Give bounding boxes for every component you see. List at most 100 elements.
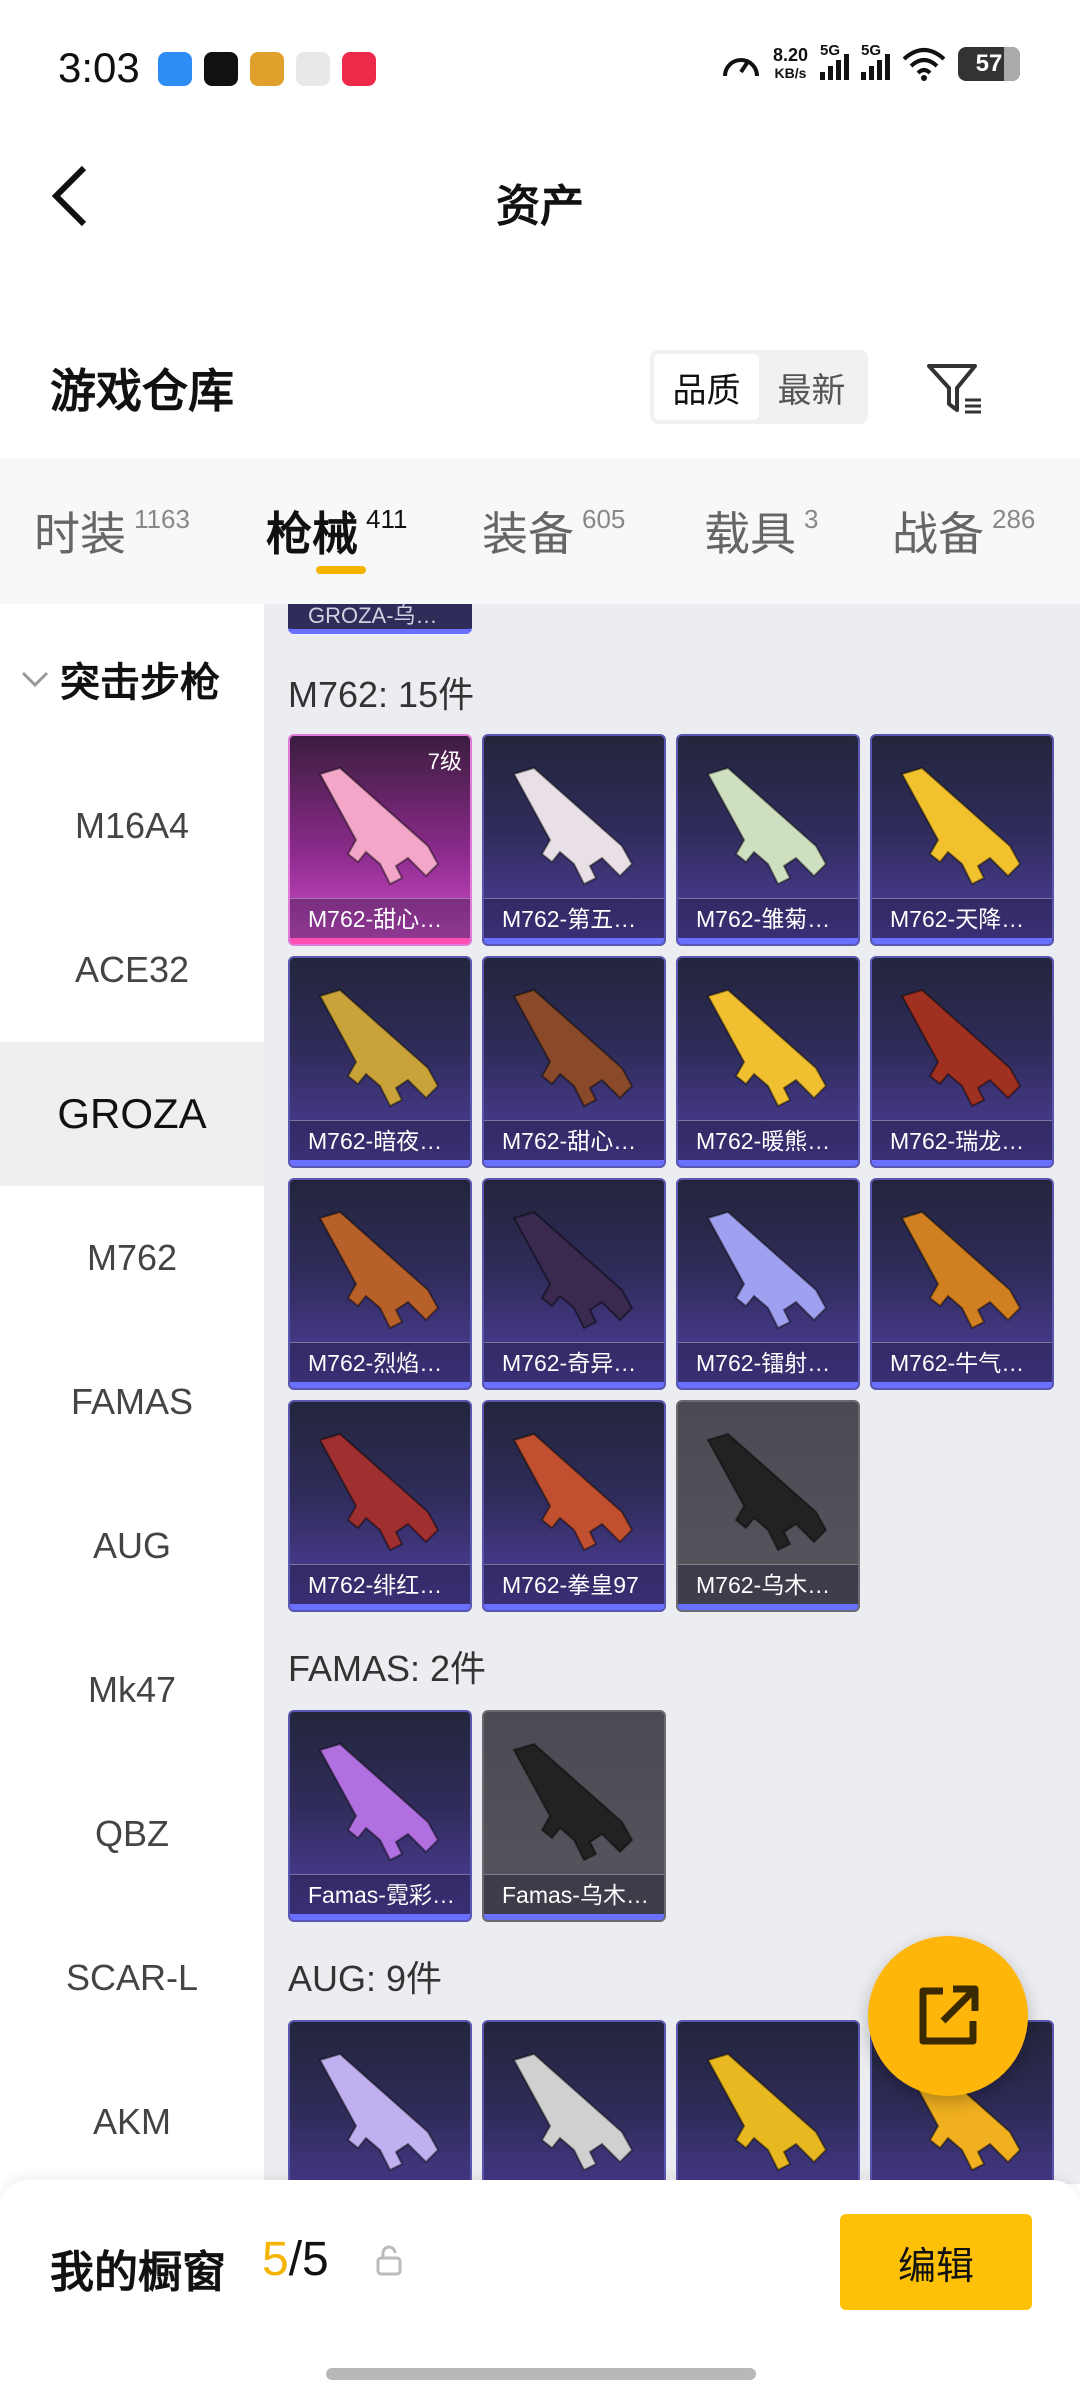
rifle-icon (706, 988, 828, 1108)
sidebar-item-akm[interactable]: AKM (0, 2050, 264, 2194)
external-link-icon (919, 1985, 979, 2045)
skin-card[interactable]: M762-雏菊… (676, 734, 860, 946)
chevron-down-icon (21, 671, 49, 688)
rifle-icon (512, 988, 634, 1108)
tab-equipment[interactable]: 装备 605 (482, 458, 625, 604)
rifle-icon (900, 1210, 1022, 1330)
skin-name: M762-绯红… (290, 1564, 470, 1604)
skin-card[interactable]: 7级 M762-甜心… (288, 734, 472, 946)
skin-name: M762-瑞龙… (872, 1120, 1052, 1160)
sort-latest[interactable]: 最新 (759, 354, 864, 420)
skin-name: M762-镭射… (678, 1342, 858, 1382)
share-button[interactable] (868, 1936, 1028, 2096)
skin-card[interactable]: M762-镭射… (676, 1178, 860, 1390)
showcase-bar: 我的橱窗 5/5 编辑 (0, 2180, 1080, 2400)
tab-supplies[interactable]: 战备 286 (892, 458, 1035, 604)
sidebar-item-aug[interactable]: AUG (0, 1474, 264, 1618)
sidebar-item-famas[interactable]: FAMAS (0, 1330, 264, 1474)
tab-fashion[interactable]: 时装 1163 (34, 458, 190, 604)
skin-card[interactable] (482, 2020, 666, 2184)
skin-name: M762-牛气… (872, 1342, 1052, 1382)
edit-button[interactable]: 编辑 (840, 2214, 1032, 2310)
section-heading-aug: AUG: 9件 (288, 1958, 443, 1999)
page-title: 资产 (496, 182, 584, 231)
skin-card[interactable]: M762-第五… (482, 734, 666, 946)
rifle-icon (512, 1742, 634, 1862)
status-bar: 3:03 8.20 KB/s 5G 5G 57 (0, 0, 1080, 140)
sidebar-item-mk47[interactable]: Mk47 (0, 1618, 264, 1762)
skin-name: M762-奇异… (484, 1342, 664, 1382)
signal-icon-2: 5G (861, 42, 890, 80)
skin-card[interactable]: M762-绯红… (288, 1400, 472, 1612)
game-app-icon (250, 52, 284, 86)
skin-card[interactable]: M762-奇异… (482, 1178, 666, 1390)
sidebar-item-qbz[interactable]: QBZ (0, 1762, 264, 1906)
sidebar-group-assault-rifle[interactable]: 突击步枪 (0, 604, 264, 754)
skin-card[interactable]: M762-拳皇97 (482, 1400, 666, 1612)
tiktok-app-icon (204, 52, 238, 86)
weapon-sidebar: 突击步枪 M16A4 ACE32 GROZA M762 FAMAS AUG Mk… (0, 604, 264, 2184)
filter-icon (927, 364, 981, 414)
sort-toggle: 品质 最新 (650, 350, 868, 424)
sidebar-item-m762[interactable]: M762 (0, 1186, 264, 1330)
grid-m762: 7级 M762-甜心… M762-第五… M762-雏菊… M762-天降… M7… (288, 734, 1054, 1612)
rifle-icon (900, 766, 1022, 886)
skin-name: M762-甜心… (484, 1120, 664, 1160)
wifi-icon (902, 48, 946, 81)
skin-card[interactable]: M762-烈焰… (288, 1178, 472, 1390)
status-time: 3:03 (58, 44, 140, 91)
rifle-icon (318, 2052, 440, 2172)
skin-name: M762-天降… (872, 898, 1052, 938)
skin-card[interactable]: M762-乌木… (676, 1400, 860, 1612)
sort-quality[interactable]: 品质 (654, 354, 759, 420)
skin-card[interactable]: Famas-霓彩… (288, 1710, 472, 1922)
skin-name: Famas-乌木… (484, 1874, 664, 1914)
rifle-icon (318, 1432, 440, 1552)
sidebar-item-scar-l[interactable]: SCAR-L (0, 1906, 264, 2050)
skin-card[interactable] (676, 2020, 860, 2184)
net-speed: 8.20 KB/s (772, 45, 808, 81)
rifle-icon (318, 1210, 440, 1330)
category-tabs: 时装 1163 枪械 411 装备 605 载具 3 战备 286 (0, 458, 1080, 604)
skin-name: M762-乌木… (678, 1564, 858, 1604)
rifle-icon (706, 766, 828, 886)
rifle-icon (512, 1210, 634, 1330)
sidebar-item-ace32[interactable]: ACE32 (0, 898, 264, 1042)
warehouse-title: 游戏仓库 (50, 365, 234, 417)
skin-name: M762-暖熊… (678, 1120, 858, 1160)
skin-name: M762-暗夜… (290, 1120, 470, 1160)
skin-card[interactable]: Famas-乌木… (482, 1710, 666, 1922)
skin-card[interactable]: M762-暖熊… (676, 956, 860, 1168)
grid-famas: Famas-霓彩… Famas-乌木… (288, 1710, 1054, 1922)
rifle-icon (512, 1432, 634, 1552)
rifle-icon (512, 2052, 634, 2172)
filter-button[interactable] (920, 355, 990, 425)
sidebar-item-groza[interactable]: GROZA (0, 1042, 264, 1186)
rifle-icon (706, 2052, 828, 2172)
tab-vehicles[interactable]: 载具 3 (704, 458, 818, 604)
groza-item-partial[interactable]: GROZA-乌… (288, 604, 472, 634)
skin-card[interactable]: M762-牛气… (870, 1178, 1054, 1390)
skin-name: M762-第五… (484, 898, 664, 938)
skin-name: M762-甜心… (290, 898, 470, 938)
home-indicator[interactable] (326, 2368, 756, 2380)
redbook-app-icon (342, 52, 376, 86)
skin-name: M762-拳皇97 (484, 1564, 664, 1604)
skin-name: M762-烈焰… (290, 1342, 470, 1382)
speedometer-icon (722, 58, 759, 77)
showcase-count: 5/5 (262, 2233, 329, 2286)
skin-name: M762-雏菊… (678, 898, 858, 938)
sidebar-item-m16a4[interactable]: M16A4 (0, 754, 264, 898)
rifle-icon (900, 988, 1022, 1108)
skin-card[interactable]: M762-甜心… (482, 956, 666, 1168)
skin-card[interactable] (288, 2020, 472, 2184)
skin-card[interactable]: M762-暗夜… (288, 956, 472, 1168)
browser-app-icon (158, 52, 192, 86)
lock-icon (376, 2245, 402, 2276)
skin-name: Famas-霓彩… (290, 1874, 470, 1914)
rifle-icon (706, 1432, 828, 1552)
tab-weapons[interactable]: 枪械 411 (266, 458, 407, 604)
showcase-label: 我的橱窗 (50, 2248, 226, 2297)
skin-card[interactable]: M762-瑞龙… (870, 956, 1054, 1168)
skin-card[interactable]: M762-天降… (870, 734, 1054, 946)
